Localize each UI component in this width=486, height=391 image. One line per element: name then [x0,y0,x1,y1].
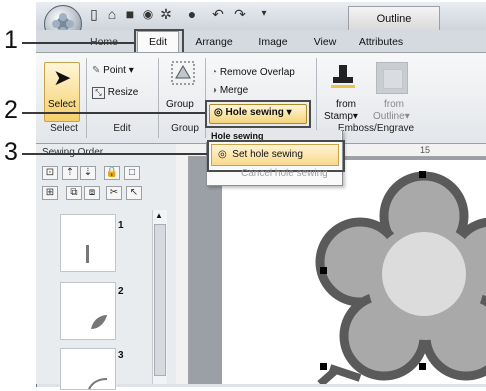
sort-icon[interactable]: ⧉ [66,186,82,200]
leaf-thumbnail-icon [91,315,107,329]
leaf-outline-thumbnail-icon [88,378,108,390]
fit-icon[interactable]: ⊡ [42,166,58,180]
stem-thumbnail-icon [86,245,89,263]
merge-label: Merge [219,85,249,96]
tab-view-label: View [313,36,337,48]
selection-handle [419,363,426,370]
group-label-group: Group [171,123,199,134]
point-label: Point [103,65,126,76]
selection-handle [320,363,327,370]
outline-label: Outline [373,111,405,122]
group-label-select: Select [50,123,78,134]
record-icon[interactable]: ◉ [140,6,156,22]
merge-icon: ◑ [211,85,218,96]
step-number: 3 [4,138,18,166]
outline-icon [383,69,403,89]
step-number: 2 [4,96,18,124]
ribbon-separator [86,58,87,138]
move-up-icon[interactable]: ⇡ [62,166,78,180]
remove-overlap-label: Remove Overlap [219,67,295,78]
group-label-edit: Edit [113,123,131,134]
stitch-icon[interactable]: ✲ [158,6,174,22]
stamp-icon [331,65,355,88]
pointer-icon[interactable]: ↖ [126,186,142,200]
tab-image-label: Image [258,36,288,48]
tab-view[interactable]: View [308,33,342,52]
stamp-label: Stamp [324,111,353,122]
selection-handle [419,171,426,178]
split-icon[interactable]: ⧈ [84,186,100,200]
resize-icon: ⤡ [92,87,105,99]
move-down-icon[interactable]: ⇣ [80,166,96,180]
group-label-emboss: Emboss/Engrave [337,123,415,134]
selection-handle [320,267,327,274]
tab-arrange-label: Arrange [195,36,233,48]
resize-label: Resize [107,87,139,98]
save-icon[interactable]: ■ [122,6,138,22]
resize-button[interactable]: ⤡ Resize [92,86,138,100]
callout-leader [22,112,205,114]
tab-image[interactable]: Image [252,33,294,52]
callout-leader [22,42,134,44]
tab-attributes-label: Attributes [358,36,404,48]
chevron-down-icon: ▾ [404,111,410,122]
point-button[interactable]: ✎ Point ▾ [92,64,134,78]
ribbon-separator [158,58,159,138]
combine-icon[interactable]: ⊞ [42,186,58,200]
remove-overlap-icon: ◔ [211,67,218,78]
contextual-tab-outline[interactable]: Outline [348,6,440,31]
group-icon [171,61,195,85]
square-icon[interactable]: □ [124,166,140,180]
from-outline-button[interactable] [376,62,408,94]
chevron-down-icon: ▾ [352,111,358,122]
step-number: 1 [4,26,18,54]
pointer-arrow-icon: ➤ [53,65,72,90]
tab-attributes[interactable]: Attributes [352,33,410,52]
sewing-order-item[interactable] [60,214,116,272]
color-icon[interactable]: ● [184,6,200,22]
sewing-order-item[interactable] [60,282,116,340]
point-icon: ✎ [92,65,101,76]
callout-leader [22,153,207,155]
remove-overlap-button[interactable]: ◔ Remove Overlap [211,66,295,80]
ruler-mark: 15 [420,145,431,155]
ribbon-separator [316,58,317,138]
item-number: 3 [118,350,124,361]
redo-icon[interactable]: ↷ [232,6,248,22]
cancel-hole-sewing-label: Cancel hole sewing [241,168,328,179]
flower-design[interactable] [188,156,486,384]
from-stamp-button[interactable] [328,62,358,92]
item-number: 1 [118,220,124,231]
highlight-hole-sewing [205,100,311,128]
group-button[interactable] [168,58,198,92]
contextual-tab-label: Outline [376,13,412,25]
undo-icon[interactable]: ↶ [210,6,226,22]
select-button-label: Select [48,99,76,110]
chevron-down-icon: ▾ [128,65,134,76]
open-icon[interactable]: ⌂ [104,6,120,22]
more-icon[interactable]: ▾ [256,6,272,22]
group-button-label: Group [166,99,194,110]
item-number: 2 [118,286,124,297]
merge-button[interactable]: ◑ Merge [211,84,248,98]
scissors-icon[interactable]: ✂ [106,186,122,200]
new-icon[interactable]: ▯ [86,6,102,22]
scroll-thumb[interactable] [154,224,166,376]
lock-icon[interactable]: 🔒 [104,166,120,180]
tab-arrange[interactable]: Arrange [190,33,238,52]
scroll-up-icon[interactable]: ▲ [152,210,166,222]
cancel-hole-sewing-menu-item[interactable]: Cancel hole sewing [241,167,367,181]
